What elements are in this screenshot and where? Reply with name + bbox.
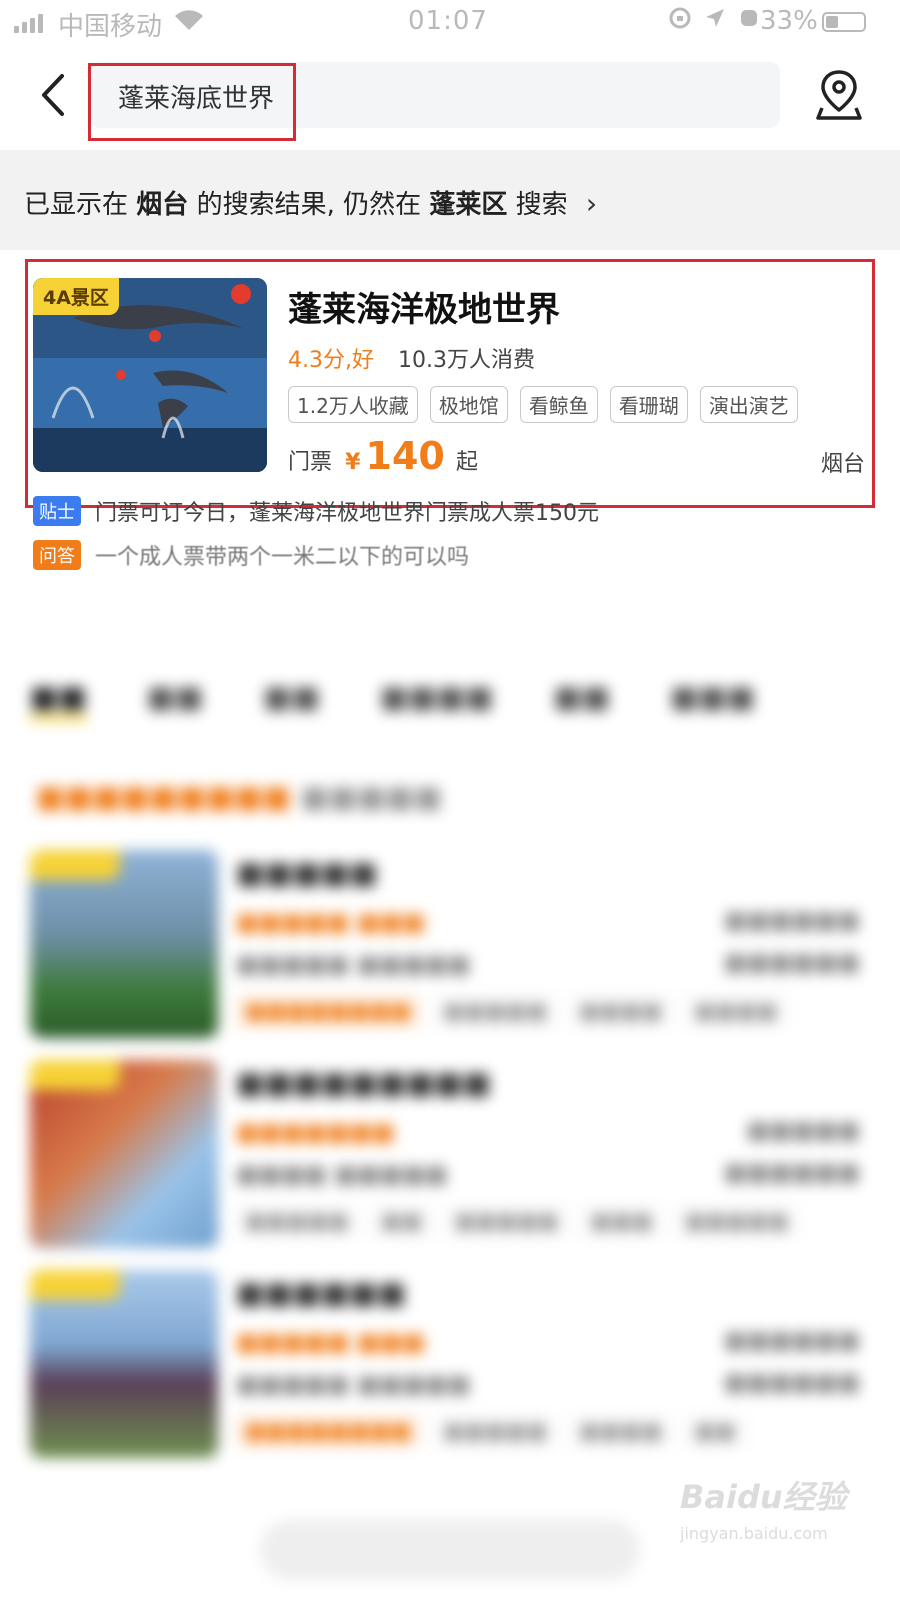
status-icons [668, 6, 760, 30]
tag-item: 看鲸鱼 [519, 386, 598, 423]
wifi-icon [172, 6, 206, 39]
item-rating: ■■■■■ ■■■ [236, 908, 426, 936]
battery-icon [822, 12, 866, 32]
search-highlight-box [88, 63, 296, 141]
status-bar: 中国移动 01:07 33% [0, 0, 900, 44]
bottom-button[interactable] [260, 1520, 640, 1580]
tag-item: 极地馆 [429, 386, 508, 423]
tip-row[interactable]: 贴士 门票可订今日，蓬莱海洋极地世界门票成人票150元 [33, 496, 599, 526]
chevron-left-icon [42, 74, 64, 116]
tip-badge: 贴士 [33, 496, 81, 526]
location-arrow-icon [706, 9, 724, 27]
item-stat: ■■■■■ [746, 1116, 860, 1144]
item-badge [30, 1060, 120, 1090]
notice-prefix: 已显示在 [24, 190, 129, 220]
price-row: 门票 ¥ 140 起 [288, 434, 478, 482]
tab-blurred[interactable]: ■■ [554, 680, 611, 721]
carrier-name: 中国移动 [58, 12, 163, 42]
section-heading: ■■■■■■■■■ ■■■■■ [36, 780, 443, 815]
tag-item: 看珊瑚 [609, 386, 688, 423]
item-tags: ■■■■■ ■■ ■■■■■ ■■■ ■■■■■ [236, 1206, 798, 1237]
notice-district: 蓬莱区 [429, 190, 508, 220]
tag-item: 演出演艺 [699, 386, 798, 423]
clock: 01:07 [408, 6, 488, 36]
tab-blurred[interactable]: ■■■■ [380, 680, 493, 721]
item-meta: ■■■■■ ■■■■■ [236, 950, 471, 978]
signal-icon [14, 14, 43, 33]
attraction-thumbnail[interactable]: 4A景区 [33, 278, 267, 472]
qa-row[interactable]: 问答 一个成人票带两个一米二以下的可以吗 [33, 540, 469, 570]
tab-blurred[interactable]: ■■ [30, 680, 87, 721]
battery-percentage: 33% [760, 6, 818, 36]
item-stat: ■■■■■■ [723, 1326, 860, 1354]
item-tags: ■■■■■■■■ ■■■■■ ■■■■ ■■■■ [236, 996, 787, 1027]
scenic-level-badge: 4A景区 [33, 278, 119, 315]
category-tabs: ■■ ■■ ■■ ■■■■ ■■ ■■■ [30, 680, 755, 721]
lock-rotation-icon [669, 7, 691, 29]
item-stat: ■■■■■■ [723, 1368, 860, 1396]
tab-blurred[interactable]: ■■ [147, 680, 204, 721]
price-suffix: 起 [455, 450, 478, 475]
map-pin-icon [816, 70, 862, 120]
item-title: ■■■■■ [236, 856, 378, 891]
list-item[interactable]: ■■■■■■ ■■■■■ ■■■ ■■■■■ ■■■■■ ■■■■■■ ■■■■… [30, 1270, 870, 1460]
tag-item: 1.2万人收藏 [288, 386, 418, 423]
attraction-tags: 1.2万人收藏 极地馆 看鲸鱼 看珊瑚 演出演艺 [288, 386, 798, 423]
item-badge [30, 850, 120, 880]
map-button[interactable] [814, 68, 864, 124]
item-tags: ■■■■■■■■ ■■■■■ ■■■■ ■■ [236, 1416, 745, 1447]
item-rating: ■■■■■■■ [236, 1118, 395, 1146]
tip-text: 门票可订今日，蓬莱海洋极地世界门票成人票150元 [95, 501, 599, 526]
currency-symbol: ¥ [345, 450, 361, 475]
price-value: 140 [365, 434, 445, 478]
attraction-rating: 4.3分,好 [288, 348, 374, 373]
item-stat: ■■■■■■ [723, 906, 860, 934]
tab-blurred[interactable]: ■■ [263, 680, 320, 721]
qa-text: 一个成人票带两个一米二以下的可以吗 [95, 545, 470, 570]
item-meta: ■■■■■ ■■■■■ [236, 1370, 471, 1398]
notice-suffix: 搜索 [515, 190, 568, 220]
list-item[interactable]: ■■■■■ ■■■■■ ■■■ ■■■■■ ■■■■■ ■■■■■■ ■■■■■… [30, 850, 870, 1040]
item-title: ■■■■■■■■■ [236, 1066, 492, 1101]
qa-badge: 问答 [33, 540, 81, 570]
chevron-right-icon: › [585, 187, 598, 220]
item-stat: ■■■■■■ [723, 1158, 860, 1186]
attraction-city: 烟台 [820, 452, 865, 477]
item-title: ■■■■■■ [236, 1276, 407, 1311]
item-rating: ■■■■■ ■■■ [236, 1328, 426, 1356]
blurred-content: ■■ ■■ ■■ ■■■■ ■■ ■■■ ■■■■■■■■■ ■■■■■ ■■■… [0, 620, 900, 1600]
back-button[interactable] [36, 72, 72, 118]
attraction-title[interactable]: 蓬莱海洋极地世界 [288, 282, 560, 331]
item-meta: ■■■■ ■■■■■ [236, 1160, 448, 1188]
notice-city: 烟台 [136, 190, 189, 220]
notice-text: 已显示在 烟台 的搜索结果, 仍然在 蓬莱区 搜索 › [24, 184, 597, 221]
tab-blurred[interactable]: ■■■ [670, 680, 755, 721]
alarm-icon [741, 10, 757, 26]
notice-middle: 的搜索结果, 仍然在 [196, 190, 422, 220]
list-item[interactable]: ■■■■■■■■■ ■■■■■■■ ■■■■ ■■■■■ ■■■■■ ■■■■■… [30, 1060, 870, 1250]
price-label: 门票 [288, 450, 333, 475]
consumer-count: 10.3万人消费 [398, 348, 535, 373]
item-badge [30, 1270, 120, 1300]
location-notice[interactable]: 已显示在 烟台 的搜索结果, 仍然在 蓬莱区 搜索 › [0, 150, 900, 250]
item-stat: ■■■■■■ [723, 948, 860, 976]
